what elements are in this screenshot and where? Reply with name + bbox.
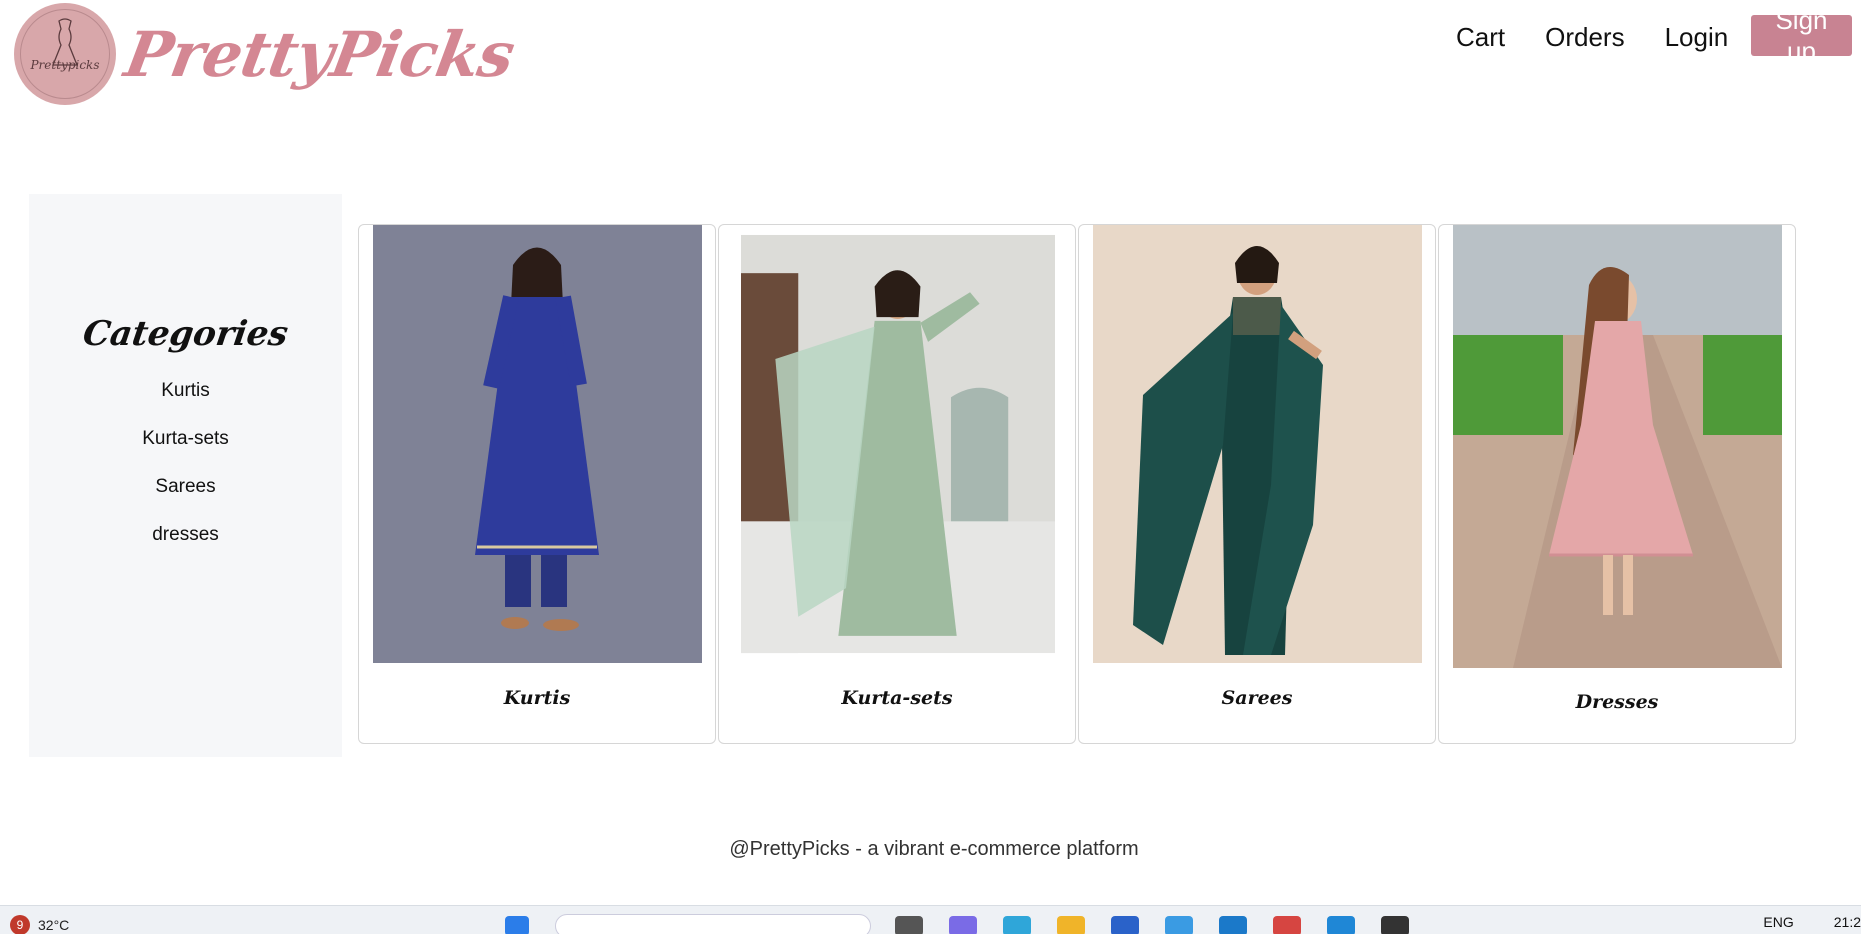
product-label-sarees[interactable]: Sarees xyxy=(1079,687,1435,709)
edge-browser-icon[interactable] xyxy=(1003,916,1031,934)
categories-sidebar: Categories Kurtis Kurta-sets Sarees dres… xyxy=(29,194,342,757)
product-grid: Kurtis Kurta-sets Sarees Dresses xyxy=(358,224,1798,744)
brand-logo[interactable]: Prettypicks xyxy=(14,3,116,105)
windows-start-icon[interactable] xyxy=(505,916,529,934)
signup-button[interactable]: Sign up xyxy=(1751,5,1852,66)
product-image-sarees[interactable] xyxy=(1093,225,1422,663)
task-view-icon[interactable] xyxy=(895,916,923,934)
notification-badge: 9 xyxy=(10,915,30,934)
product-image-dresses[interactable] xyxy=(1453,225,1782,668)
category-item-kurta-sets[interactable]: Kurta-sets xyxy=(29,428,342,476)
product-image-kurtis[interactable] xyxy=(373,225,702,663)
store-icon[interactable] xyxy=(1111,916,1139,934)
category-item-sarees[interactable]: Sarees xyxy=(29,476,342,524)
main-nav: Cart Orders Login xyxy=(1456,22,1728,53)
copilot-icon[interactable] xyxy=(949,916,977,934)
category-item-kurtis[interactable]: Kurtis xyxy=(29,380,342,428)
os-taskbar: 9 32°C ENG 21:2 xyxy=(0,905,1861,934)
product-card-dresses[interactable]: Dresses xyxy=(1438,224,1796,744)
nav-orders[interactable]: Orders xyxy=(1545,22,1624,53)
taskbar-apps xyxy=(505,914,1435,934)
site-header: Prettypicks PrettyPicks Cart Orders Logi… xyxy=(0,0,1861,112)
categories-list: Kurtis Kurta-sets Sarees dresses xyxy=(29,380,342,572)
logo-text: Prettypicks xyxy=(30,58,100,72)
site-footer: @PrettyPicks - a vibrant e-commerce plat… xyxy=(729,838,1139,860)
system-tray: ENG 21:2 xyxy=(1763,914,1861,930)
chrome-icon[interactable] xyxy=(1273,916,1301,934)
product-image-kurta-sets[interactable] xyxy=(741,225,1055,663)
app-icon[interactable] xyxy=(1219,916,1247,934)
language-indicator[interactable]: ENG xyxy=(1763,914,1793,930)
vscode-icon[interactable] xyxy=(1327,916,1355,934)
terminal-icon[interactable] xyxy=(1381,916,1409,934)
product-label-kurta-sets[interactable]: Kurta-sets xyxy=(719,687,1075,709)
nav-login[interactable]: Login xyxy=(1665,22,1729,53)
file-explorer-icon[interactable] xyxy=(1057,916,1085,934)
product-label-dresses[interactable]: Dresses xyxy=(1439,691,1795,713)
brand-name[interactable]: PrettyPicks xyxy=(120,18,520,91)
clock[interactable]: 21:2 xyxy=(1834,914,1861,930)
temperature: 32°C xyxy=(38,917,70,933)
weather-widget[interactable]: 9 32°C xyxy=(10,915,69,934)
nav-cart[interactable]: Cart xyxy=(1456,22,1505,53)
categories-title: Categories xyxy=(80,314,291,354)
product-label-kurtis[interactable]: Kurtis xyxy=(359,687,715,709)
product-card-kurtis[interactable]: Kurtis xyxy=(358,224,716,744)
edge-beta-icon[interactable] xyxy=(1165,916,1193,934)
category-item-dresses[interactable]: dresses xyxy=(29,524,342,572)
product-card-sarees[interactable]: Sarees xyxy=(1078,224,1436,744)
taskbar-search-input[interactable] xyxy=(555,914,871,934)
product-card-kurta-sets[interactable]: Kurta-sets xyxy=(718,224,1076,744)
